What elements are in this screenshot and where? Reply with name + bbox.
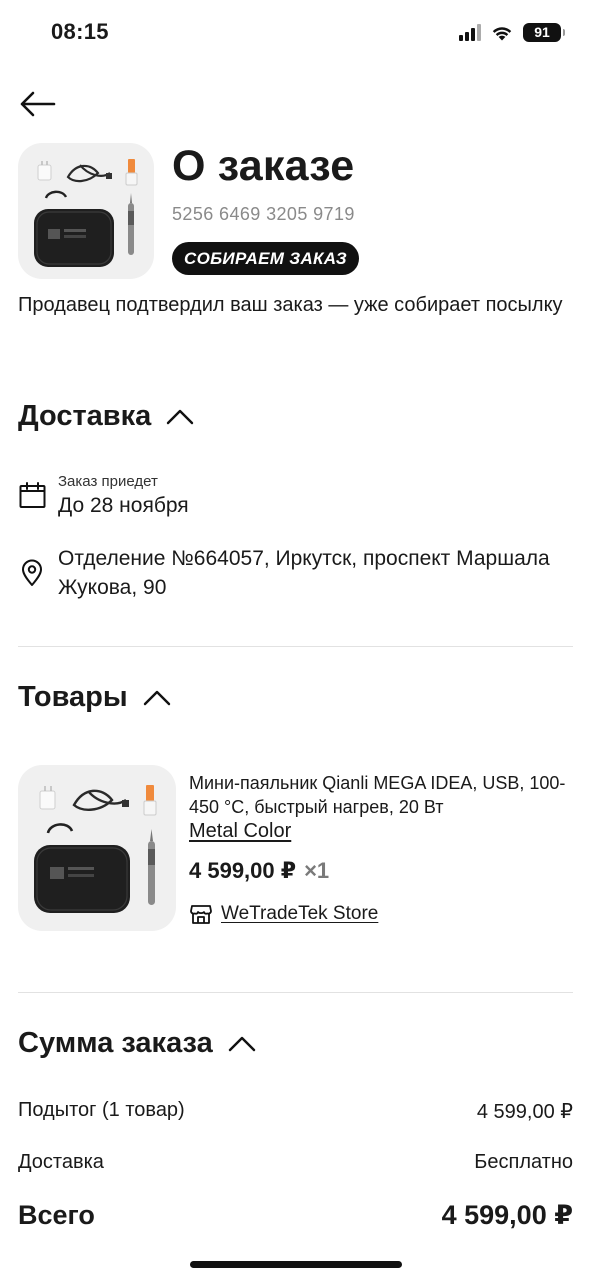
summary-section-header[interactable]: Сумма заказа (18, 1027, 257, 1060)
chevron-up-icon (143, 690, 170, 705)
divider (18, 992, 573, 993)
divider (18, 646, 573, 647)
item-price: 4 599,00 ₽ (189, 858, 297, 883)
store-link[interactable]: WeTradeTek Store (189, 902, 378, 926)
order-status-message: Продавец подтвердил ваш заказ — уже соби… (18, 294, 563, 316)
status-bar: 08:15 91 (0, 0, 591, 64)
store-icon (190, 905, 212, 924)
item-price-row: 4 599,00 ₽ ×1 (189, 858, 329, 884)
status-time: 08:15 (51, 19, 109, 44)
order-status-badge: СОБИРАЕМ ЗАКАЗ (172, 242, 359, 275)
chevron-up-icon (167, 409, 194, 424)
item-quantity: ×1 (304, 858, 330, 883)
soldering-kit-image (34, 785, 157, 913)
page-title: О заказе (172, 142, 355, 190)
delivery-cost-value: Бесплатно (474, 1151, 573, 1173)
order-number: 5256 6469 3205 9719 (172, 204, 355, 224)
total-row: Всего 4 599,00 ₽ (18, 1200, 573, 1231)
delivery-section-title: Доставка (18, 400, 152, 432)
battery-indicator: 91 (523, 22, 565, 42)
home-indicator[interactable] (190, 1261, 402, 1268)
item-variant-link[interactable]: Metal Color (189, 820, 291, 843)
location-pin-icon (18, 558, 48, 588)
soldering-kit-image (34, 159, 138, 267)
calendar-icon (18, 481, 48, 511)
subtotal-value: 4 599,00 ₽ (476, 1101, 573, 1123)
cellular-signal-icon (459, 23, 481, 41)
store-name: WeTradeTek Store (221, 903, 379, 924)
delivery-eta-label: Заказ приедет (58, 473, 158, 490)
summary-section-title: Сумма заказа (18, 1027, 213, 1059)
chevron-up-icon (228, 1036, 255, 1051)
delivery-section-header[interactable]: Доставка (18, 400, 195, 433)
total-label: Всего (18, 1200, 95, 1230)
item-image[interactable] (18, 765, 176, 931)
subtotal-row: Подытог (1 товар) 4 599,00 ₽ (18, 1099, 573, 1124)
subtotal-label: Подытог (1 товар) (18, 1099, 185, 1121)
wifi-icon (492, 26, 512, 40)
total-value: 4 599,00 ₽ (441, 1200, 573, 1230)
goods-section-title: Товары (18, 681, 128, 713)
status-indicators: 91 (459, 21, 565, 43)
order-product-image (18, 143, 154, 279)
delivery-eta-value: До 28 ноября (58, 494, 189, 517)
delivery-cost-row: Доставка Бесплатно (18, 1151, 573, 1174)
arrow-left-icon (20, 91, 56, 117)
item-name[interactable]: Мини-паяльник Qianli MEGA IDEA, USB, 100… (189, 771, 569, 819)
back-button[interactable] (18, 88, 58, 120)
goods-section-header[interactable]: Товары (18, 681, 172, 714)
pickup-address: Отделение №664057, Иркутск, проспект Мар… (58, 547, 550, 599)
delivery-cost-label: Доставка (18, 1151, 104, 1173)
